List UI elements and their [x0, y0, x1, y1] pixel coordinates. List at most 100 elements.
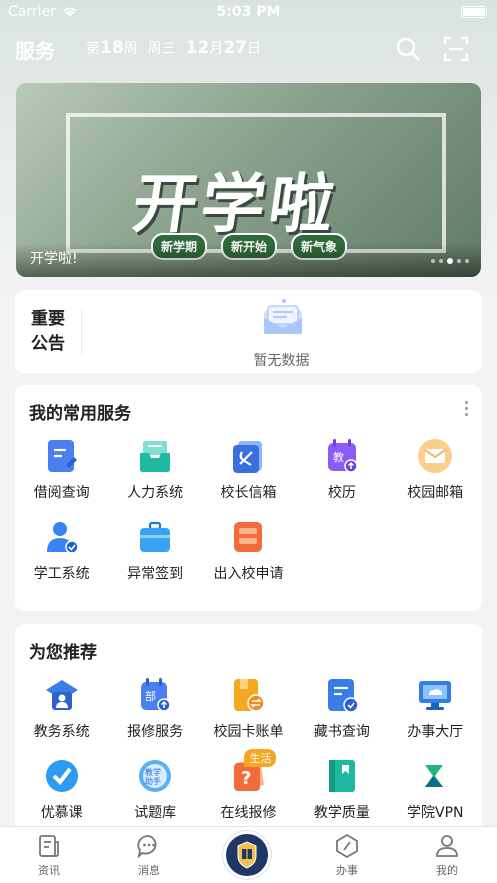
borrow-icon [44, 437, 80, 475]
weekday: 周三 [147, 41, 176, 57]
service-label: 学院VPN [407, 805, 464, 821]
service-item-8[interactable]: 出入校申请 [202, 518, 295, 583]
repair-icon: 部 [137, 676, 173, 714]
service-item-2[interactable]: 部报修服务 [108, 676, 201, 741]
service-label: 教务系统 [33, 724, 90, 740]
school-logo-icon[interactable] [223, 831, 271, 879]
svg-text:教学: 教学 [145, 767, 161, 777]
service-label: 办事大厅 [407, 724, 464, 740]
services-grid: 借阅查询 人力系统 校长信箱教校历 校园邮箱 学工系统 异常签到 出入校申请 [15, 437, 482, 583]
gate-icon [230, 518, 266, 556]
service-item-9[interactable]: 教学质量 [295, 757, 388, 822]
svg-text:教: 教 [333, 451, 344, 464]
carousel-dot[interactable] [465, 259, 469, 263]
week-prefix: 第 [86, 41, 100, 57]
tab-news[interactable]: 资讯 [19, 833, 79, 878]
search-icon[interactable] [395, 36, 421, 62]
carousel-dot[interactable] [439, 259, 443, 263]
service-item-3[interactable]: 校长信箱 [202, 437, 295, 502]
service-label: 校园卡账单 [213, 724, 284, 740]
service-label: 校园邮箱 [407, 485, 464, 501]
date-label: 12月27日 [186, 38, 261, 58]
more-icon[interactable] [465, 401, 468, 416]
service-label: 试题库 [134, 805, 177, 821]
briefcase-icon [137, 518, 173, 556]
carousel-dot[interactable] [431, 259, 435, 263]
carousel-dot[interactable] [457, 259, 461, 263]
service-item-5[interactable]: 校园邮箱 [389, 437, 482, 502]
carousel-dot[interactable] [447, 258, 453, 264]
service-item-4[interactable]: 教校历 [295, 437, 388, 502]
week-suffix: 周 [123, 41, 138, 57]
tab-bar: 资讯 消息 办事 我的 [0, 826, 497, 883]
notice-divider [81, 308, 82, 356]
tab-affairs[interactable]: 办事 [317, 833, 377, 878]
banner-caption: 开学啦! [30, 251, 78, 267]
campus-card-icon [230, 676, 266, 714]
service-item-2[interactable]: 人力系统 [108, 437, 201, 502]
service-item-1[interactable]: 借阅查询 [15, 437, 108, 502]
recommend-title: 为您推荐 [29, 643, 97, 663]
service-item-1[interactable]: 教务系统 [15, 676, 108, 741]
scan-icon[interactable] [443, 36, 469, 62]
principal-mailbox-icon [230, 437, 266, 475]
book-search-icon [324, 676, 360, 714]
question-bank-icon: 教学 助手 [137, 757, 173, 795]
recommend-card: 为您推荐 教务系统部报修服务 校园卡账单 藏书查询 办事大厅 优慕课 教学 助手 试题库? 生活… [15, 624, 482, 834]
service-item-10[interactable]: 学院VPN [389, 757, 482, 822]
svg-text:助手: 助手 [145, 776, 161, 786]
profile-icon [436, 835, 458, 857]
tab-label: 资讯 [38, 864, 60, 877]
notice-card[interactable]: 重要公告 暂无数据 [15, 290, 482, 373]
banner-carousel[interactable]: 开学啦 新学期 新开始 新气象 开学啦! [16, 83, 481, 277]
week-date: 第18周 周三 12月27日 [86, 38, 261, 58]
status-bar: Carrier 5:03 PM [0, 0, 497, 26]
service-label: 报修服务 [127, 724, 184, 740]
service-label: 藏书查询 [313, 724, 370, 740]
service-label: 校长信箱 [220, 485, 277, 501]
service-item-5[interactable]: 办事大厅 [389, 676, 482, 741]
service-label: 异常签到 [127, 566, 184, 582]
service-item-6[interactable]: 学工系统 [15, 518, 108, 583]
services-card: 我的常用服务 借阅查询 人力系统 校长信箱教校历 校园邮箱 学工系统 异常签到 出入校申请 [15, 385, 482, 611]
service-item-6[interactable]: 优慕课 [15, 757, 108, 822]
status-time: 5:03 PM [216, 4, 281, 20]
service-label: 借阅查询 [33, 485, 90, 501]
service-label: 校历 [327, 485, 356, 501]
tab-label: 办事 [336, 864, 358, 877]
date-day: 27 [223, 38, 248, 58]
news-icon [39, 835, 59, 857]
tab-profile[interactable]: 我的 [417, 833, 477, 878]
course-icon [44, 757, 80, 795]
battery-icon [461, 6, 487, 18]
svg-text:部: 部 [145, 689, 156, 703]
hr-inbox-icon [137, 437, 173, 475]
online-repair-icon: ? 生活 [230, 749, 277, 795]
banner-caption-bar [16, 243, 481, 277]
compass-icon [336, 833, 358, 859]
tag-badge: 生活 [244, 749, 277, 767]
academic-icon [44, 676, 80, 714]
email-icon [417, 437, 453, 475]
carousel-dots[interactable] [431, 258, 469, 264]
empty-text: 暂无数据 [253, 353, 310, 369]
user-check-icon [44, 518, 80, 556]
page-header: 服务 第18周 周三 12月27日 [0, 30, 497, 66]
month-suffix: 月 [209, 41, 224, 57]
recommend-grid: 教务系统部报修服务 校园卡账单 藏书查询 办事大厅 优慕课 教学 助手 试题库? 生活 在线报修教… [15, 676, 482, 822]
service-item-7[interactable]: 异常签到 [108, 518, 201, 583]
services-title: 我的常用服务 [29, 404, 131, 424]
service-item-8[interactable]: ? 生活 在线报修 [202, 749, 295, 822]
service-item-3[interactable]: 校园卡账单 [202, 676, 295, 741]
service-label: 学工系统 [33, 566, 90, 582]
service-label: 教学质量 [313, 805, 370, 821]
tab-label: 我的 [436, 864, 458, 877]
service-item-4[interactable]: 藏书查询 [295, 676, 388, 741]
service-item-7[interactable]: 教学 助手 试题库 [108, 757, 201, 822]
service-label: 人力系统 [127, 485, 184, 501]
empty-envelope-icon [264, 299, 302, 334]
service-label: 出入校申请 [213, 566, 284, 582]
tab-messages[interactable]: 消息 [119, 833, 179, 878]
message-icon [137, 835, 157, 859]
calendar-icon: 教 [324, 437, 360, 475]
